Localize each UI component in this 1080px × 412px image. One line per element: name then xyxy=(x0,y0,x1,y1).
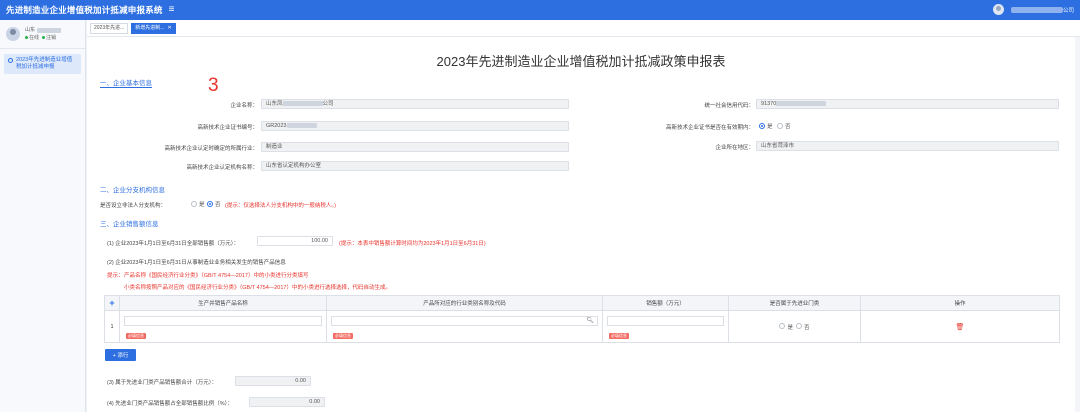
industry-category-cell: 🔍︎ 必填信息 xyxy=(327,311,603,342)
company-name-field: 山东凤 公司 xyxy=(261,99,569,109)
total-sales-input[interactable]: 100.00 xyxy=(257,236,333,246)
add-row-header-icon[interactable]: + xyxy=(105,296,120,310)
cert-office-field: 山东省认定机构办公室 xyxy=(261,161,569,171)
logout-link[interactable]: 注销 xyxy=(42,34,56,42)
page-title: 2023年先进制造业企业增值税加计抵减政策申报表 xyxy=(436,54,726,69)
add-row-button[interactable]: + 添行 xyxy=(105,349,136,361)
region-field: 山东省菏泽市 xyxy=(756,141,1059,151)
company-name-label: 企业名称： xyxy=(230,103,258,109)
section-basic-info: 一、企业基本信息 xyxy=(100,77,152,88)
delete-icon[interactable]: 🗑︎ xyxy=(956,323,965,331)
user-menu[interactable]: 公司 xyxy=(992,4,1074,15)
required-badge: 必填信息 xyxy=(333,333,353,339)
user-name-suffix: 公司 xyxy=(1062,7,1074,14)
advanced-sales-total-label: (3) 属于先进业门类产品销售额合计（万元）： xyxy=(107,380,218,386)
table-row: 1 必填信息 🔍︎ 必填信息 必填信息 是 否 🗑︎ xyxy=(105,311,1059,342)
credit-code-label: 统一社会信用代码： xyxy=(704,103,754,109)
form-panel: 2023年先进制造业企业增值税加计抵减政策申报表 3 一、企业基本信息 企业名称… xyxy=(87,37,1075,412)
profile-panel: 山东 在线 注销 xyxy=(0,20,85,49)
section-branch-info: 二、企业分支机构信息 xyxy=(100,187,165,194)
tab-declaration-list[interactable]: 2023年先进... xyxy=(90,22,129,34)
branch-no-radio[interactable]: 否 xyxy=(207,200,221,208)
hitech-cert-no-label: 高新技术企业证书编号： xyxy=(197,125,258,131)
circle-icon xyxy=(8,58,13,63)
product-info-label: (2) 企业2023年1月1日至6月31日从事制造业业务相关发生的销售产品信息 xyxy=(107,260,286,266)
logout-dot-icon xyxy=(42,36,46,39)
required-badge: 必填信息 xyxy=(126,333,146,339)
tab-bar: 2023年先进... 新增先进制... ✕ xyxy=(87,20,1080,37)
status-online: 在线 xyxy=(25,34,39,42)
close-icon[interactable]: ✕ xyxy=(167,24,171,33)
total-sales-label: (1) 企业2023年1月1日至6月31日全部销售额（万元）： xyxy=(107,241,240,247)
industry-label: 高新技术企业认定时确定的所属行业： xyxy=(164,146,258,152)
col-advanced-category: 是否属于先进业门类 xyxy=(729,296,861,310)
row-index: 1 xyxy=(105,311,120,342)
advanced-yes-radio[interactable]: 是 xyxy=(779,322,793,331)
menu-icon[interactable]: ≡ xyxy=(169,5,175,15)
tab-new-declaration[interactable]: 新增先进制... ✕ xyxy=(131,22,176,34)
industry-category-input[interactable] xyxy=(331,316,598,326)
profile-name-blurred xyxy=(37,27,62,33)
avatar xyxy=(6,27,20,41)
actions-cell: 🗑︎ xyxy=(861,311,1059,342)
scrollbar[interactable] xyxy=(1075,37,1080,412)
user-name-blurred xyxy=(1010,6,1063,13)
advanced-sales-total-field: 0.00 xyxy=(235,376,311,386)
tip-title: 提示： xyxy=(107,273,124,279)
region-label: 企业所在地区： xyxy=(715,145,754,151)
product-name-input[interactable] xyxy=(124,316,322,326)
col-product-name: 生产并销售产品名称 xyxy=(120,296,327,310)
advanced-no-radio[interactable]: 否 xyxy=(796,322,810,331)
profile-name: 山东 xyxy=(25,27,36,33)
product-name-cell: 必填信息 xyxy=(120,311,327,342)
required-badge: 必填信息 xyxy=(609,333,629,339)
sidebar: 山东 在线 注销 2023年先进制造业增值税加计抵减申报 xyxy=(0,20,86,412)
advanced-sales-ratio-field: 0.00 xyxy=(249,397,325,407)
cert-office-label: 高新技术企业认定机构名称： xyxy=(186,165,258,171)
cert-valid-no-radio[interactable]: 否 xyxy=(777,122,791,130)
sidebar-item-declaration[interactable]: 2023年先进制造业增值税加计抵减申报 xyxy=(4,54,81,74)
table-header: + 生产并销售产品名称 产品所对应的行业类别名称及代码 销售额（万元） 是否属于… xyxy=(105,296,1059,311)
top-bar: 先进制造业企业增值税加计抵减申报系统 ≡ 公司 xyxy=(0,0,1080,20)
app-title: 先进制造业企业增值税加计抵减申报系统 xyxy=(6,5,163,15)
advanced-category-cell: 是 否 xyxy=(729,311,861,342)
product-table: + 生产并销售产品名称 产品所对应的行业类别名称及代码 销售额（万元） 是否属于… xyxy=(104,295,1060,343)
hitech-cert-no-field: GR2023 xyxy=(261,121,569,131)
annotation-mark: 3 xyxy=(208,75,219,96)
user-avatar-icon xyxy=(992,4,1004,15)
col-sales-amount: 销售额（万元） xyxy=(603,296,729,310)
sidebar-item-label: 2023年先进制造业增值税加计抵减申报 xyxy=(16,57,73,70)
branch-hint: (提示：仅选择法人分支机构中的一般纳税人。) xyxy=(225,203,336,209)
industry-field: 制造业 xyxy=(261,142,569,152)
tip-line-1: 产品名称《国民经济行业分类》（GB/T 4754—2017）中的小类进行分类填写 xyxy=(124,273,309,279)
advanced-sales-ratio-label: (4) 先进业门类产品销售额占全部销售额比例（%）： xyxy=(107,401,233,407)
cert-valid-yes-radio[interactable]: 是 xyxy=(759,122,773,130)
total-sales-hint: (提示：本表中销售额计算时间均为2023年1月1日至6月31日) xyxy=(339,241,486,247)
online-dot-icon xyxy=(25,36,28,39)
col-actions: 操作 xyxy=(954,301,966,307)
sales-amount-cell: 必填信息 xyxy=(603,311,729,342)
tip-line-2: 小类名称按照产品对应的《国民经济行业分类》（GB/T 4754—2017）中的小… xyxy=(124,285,391,291)
sales-amount-input[interactable] xyxy=(607,316,724,326)
branch-question: 是否设立非法人分支机构： xyxy=(100,203,167,209)
branch-yes-radio[interactable]: 是 xyxy=(191,200,205,208)
search-icon[interactable]: 🔍︎ xyxy=(586,317,594,324)
credit-code-field: 91370 xyxy=(756,99,1059,109)
col-industry-category: 产品所对应的行业类别名称及代码 xyxy=(327,296,603,310)
section-sales-info: 三、企业销售额信息 xyxy=(100,221,159,228)
cert-valid-label: 高新技术企业证书是否在有效期内： xyxy=(665,125,754,131)
